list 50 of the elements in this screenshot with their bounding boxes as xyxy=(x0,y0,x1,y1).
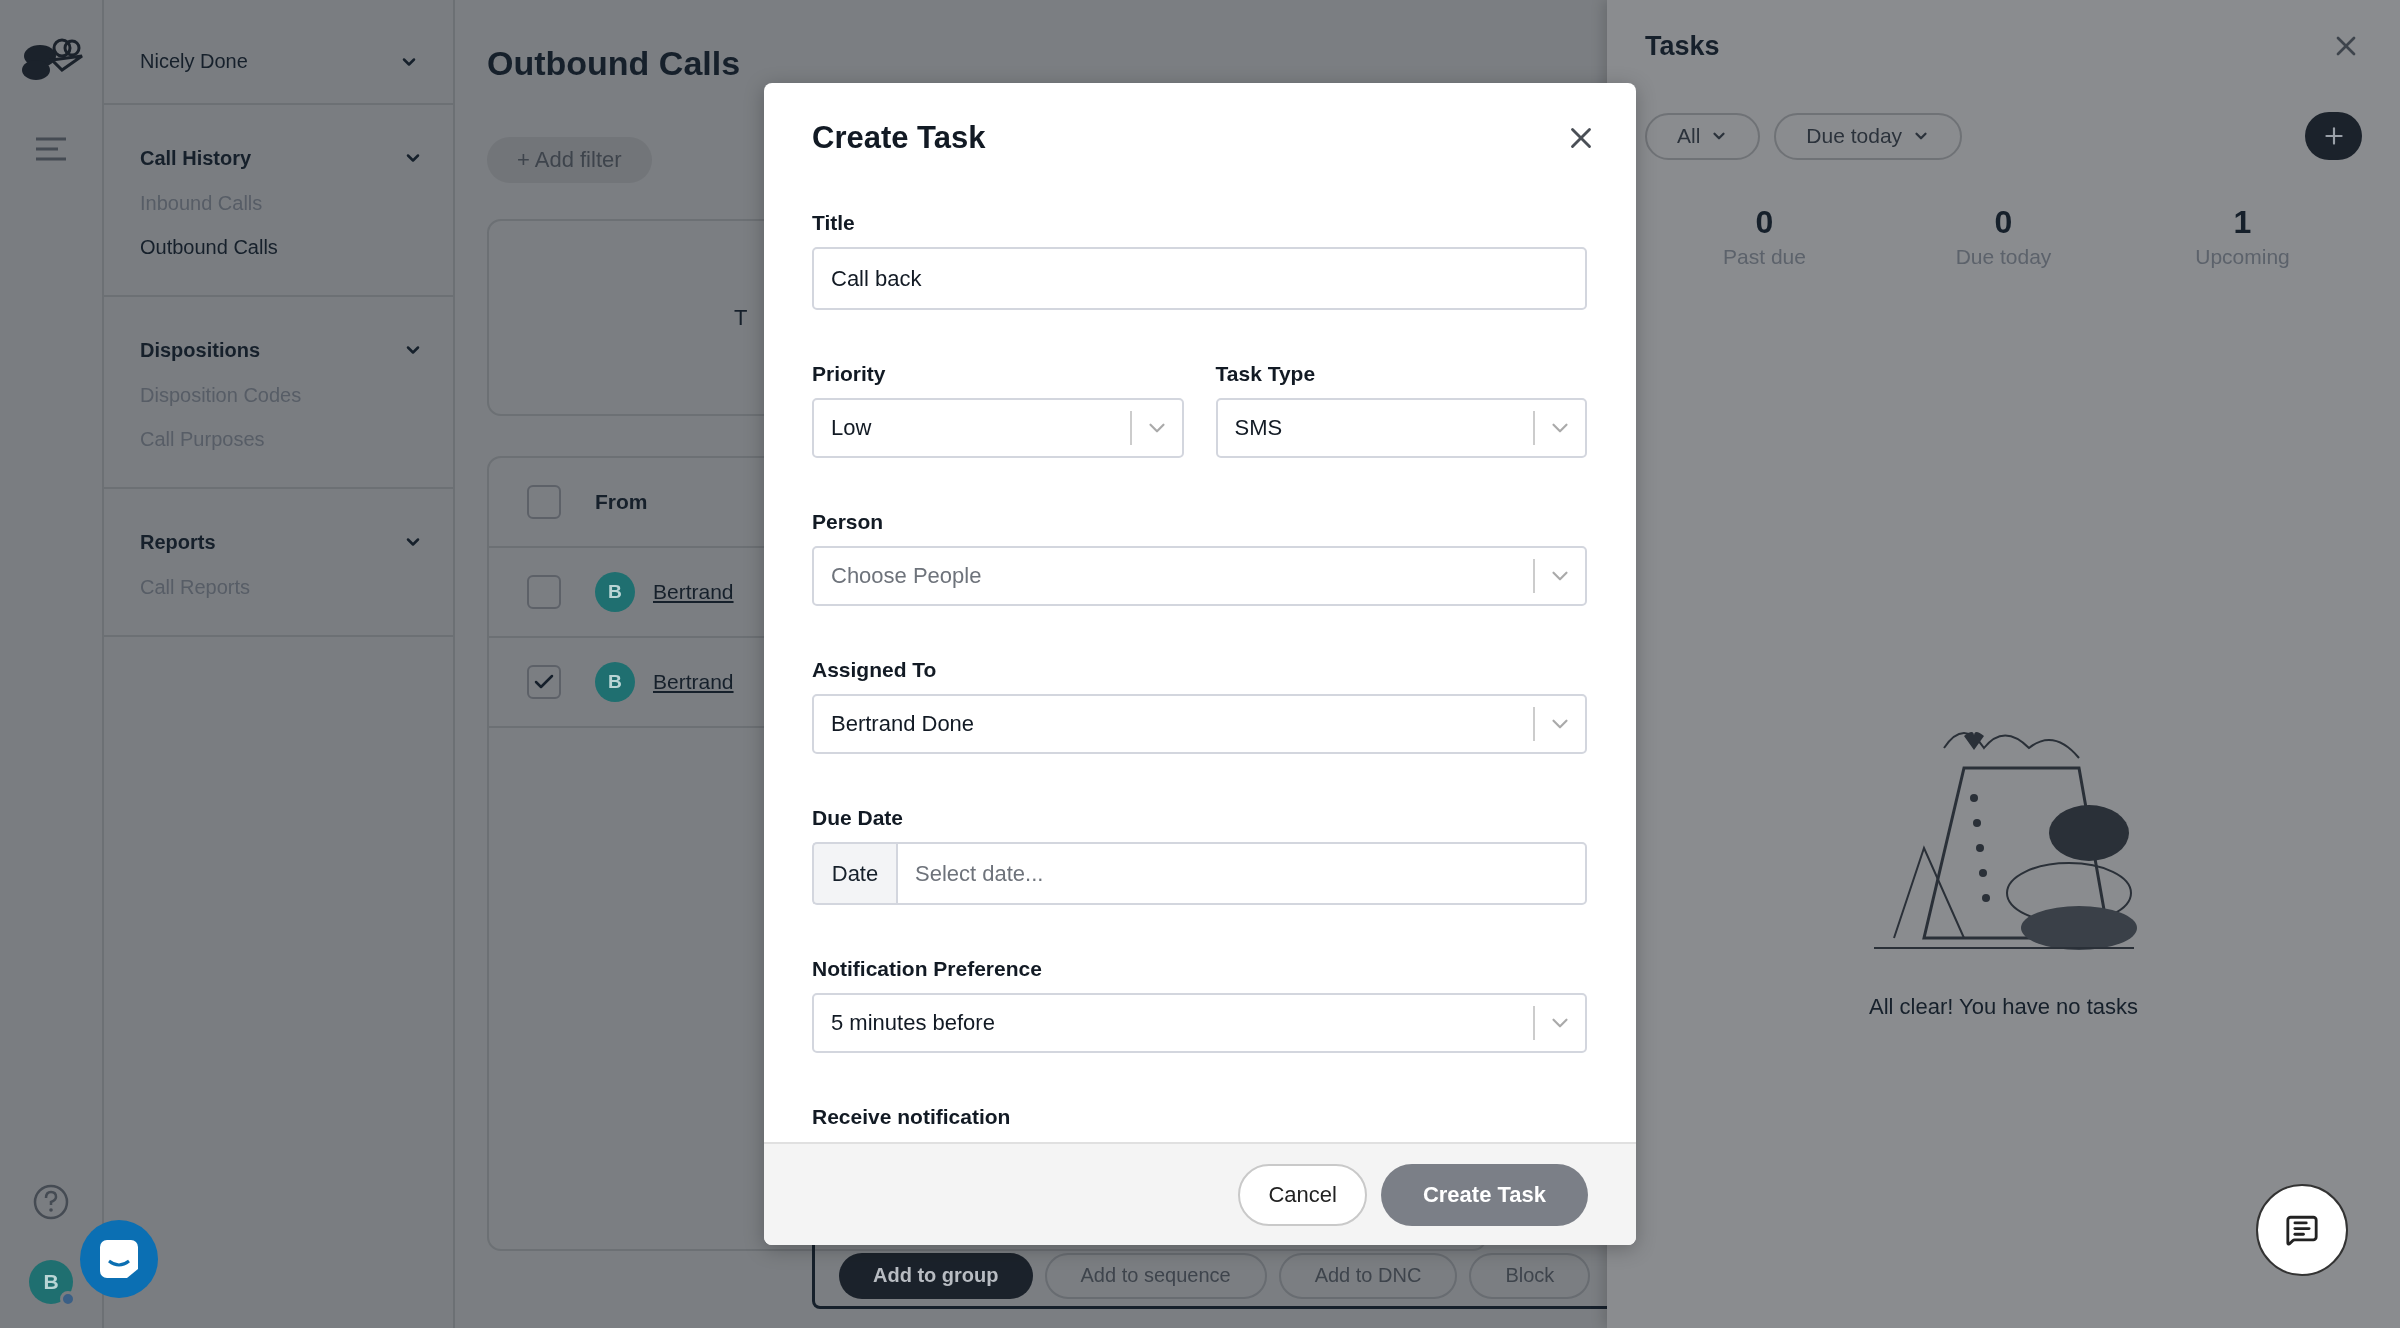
column-header: From xyxy=(595,490,648,514)
select-field[interactable]: Low xyxy=(812,398,1184,458)
bulk-action-button[interactable]: Add to group xyxy=(839,1252,1033,1299)
field-label: Priority xyxy=(812,362,887,387)
bulk-action-button[interactable]: Block xyxy=(1469,1252,1591,1299)
field-label: Title xyxy=(812,211,856,236)
section-title[interactable]: Call History xyxy=(140,146,252,170)
panel-title: Tasks xyxy=(1645,30,1720,62)
field-label: Task Type xyxy=(1215,362,1317,387)
page-title: Outbound Calls xyxy=(487,44,742,83)
filter-dropdown[interactable]: All xyxy=(1645,112,1761,160)
select-field[interactable]: SMS xyxy=(1215,398,1587,458)
stat-count: 0 xyxy=(1755,204,1774,241)
add-task-button[interactable] xyxy=(2305,112,2362,160)
field-label: Assigned To xyxy=(812,658,938,683)
date-input-field[interactable]: Select date... xyxy=(896,842,1587,905)
section-title[interactable]: Reports xyxy=(140,530,216,554)
stat-count: 0 xyxy=(1994,204,2013,241)
filter-dropdown[interactable]: Due today xyxy=(1774,112,1963,160)
select-field[interactable]: Choose People xyxy=(812,546,1587,606)
cancel-button[interactable]: Cancel xyxy=(1238,1163,1367,1226)
user-avatar[interactable]: B xyxy=(29,1260,73,1304)
menu-icon[interactable] xyxy=(34,136,68,162)
field-label: Receive notification xyxy=(812,1105,1012,1130)
chat-icon xyxy=(2285,1213,2319,1247)
help-icon[interactable] xyxy=(33,1184,69,1220)
contact-avatar: B xyxy=(595,572,635,612)
contact-link[interactable]: Bertrand xyxy=(653,670,734,694)
sidebar-item[interactable]: Outbound Calls xyxy=(140,225,423,269)
stat-count: 1 xyxy=(2233,204,2252,241)
contact-link[interactable]: Bertrand xyxy=(653,580,734,604)
input-field[interactable]: Call back xyxy=(812,247,1587,310)
chat-icon xyxy=(97,1237,141,1281)
field-label: Person xyxy=(812,510,885,535)
checkbox[interactable] xyxy=(527,575,561,609)
select-field[interactable]: Bertrand Done xyxy=(812,694,1587,754)
date-label: Date xyxy=(812,842,896,905)
checkbox[interactable] xyxy=(527,485,561,519)
dialog-title: Create Task xyxy=(812,120,986,156)
empty-message: All clear! You have no tasks xyxy=(1868,993,2139,1020)
bulk-action-button[interactable]: Add to DNC xyxy=(1278,1252,1458,1299)
select-field[interactable]: 5 minutes before xyxy=(812,993,1587,1053)
account-name[interactable]: Nicely Done xyxy=(140,50,248,73)
bulk-action-button[interactable]: Add to sequence xyxy=(1044,1252,1267,1299)
field-label: Due Date xyxy=(812,806,905,831)
field-label: Notification Preference xyxy=(812,957,1043,982)
card-text: T xyxy=(734,304,748,331)
contact-avatar: B xyxy=(595,662,635,702)
checkbox[interactable] xyxy=(527,665,561,699)
section-title[interactable]: Dispositions xyxy=(140,338,260,362)
